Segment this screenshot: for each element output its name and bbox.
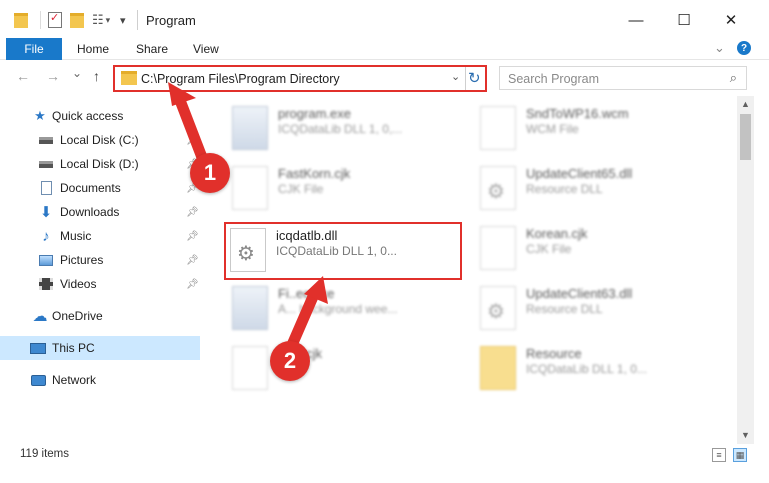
status-bar: 119 items ≡ ▦ (0, 444, 769, 466)
large-icons-view-icon[interactable]: ▦ (733, 448, 747, 462)
step-badge-1: 1 (190, 153, 230, 193)
details-view-icon[interactable]: ≡ (712, 448, 726, 462)
item-count: 119 items (20, 448, 70, 460)
annotation-arrows (168, 82, 328, 351)
step-badge-2: 2 (270, 341, 310, 381)
scrollbar-thumb[interactable] (740, 114, 751, 160)
window-bottom (0, 466, 769, 483)
vertical-scrollbar[interactable]: ▲ ▼ (737, 96, 754, 444)
scroll-down-icon[interactable]: ▼ (741, 430, 750, 440)
scroll-up-icon[interactable]: ▲ (741, 99, 750, 109)
